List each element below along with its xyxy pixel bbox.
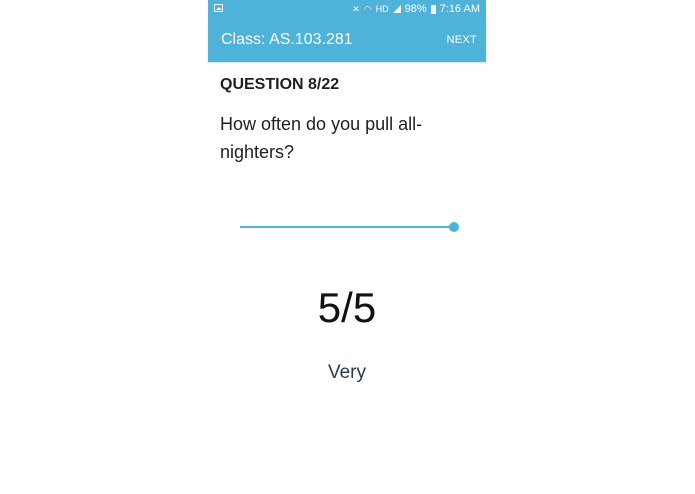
slider-fill [240, 226, 454, 228]
answer-label: Very [327, 362, 367, 383]
phone-screen: ✕ ◠ HD 98% 7:16 AM Class: AS.103.281 NEX… [208, 0, 486, 494]
wifi-icon: ◠ [363, 4, 372, 14]
question-number: QUESTION 8/22 [220, 76, 340, 93]
class-title: Class: AS.103.281 [221, 31, 353, 48]
slider-thumb[interactable] [449, 222, 459, 232]
battery-percent: 98% [404, 3, 427, 15]
status-icons: ✕ ◠ HD 98% 7:16 AM [352, 3, 480, 15]
gallery-icon [214, 4, 223, 12]
status-time: 7:16 AM [439, 3, 480, 15]
battery-icon [430, 4, 436, 14]
network-label: HD [375, 4, 389, 14]
question-text: How often do you pull all-nighters? [220, 114, 423, 162]
next-button[interactable]: NEXT [446, 31, 477, 49]
mute-icon: ✕ [352, 4, 360, 14]
answer-value: 5/5 [317, 284, 377, 331]
app-bar: Class: AS.103.281 NEXT [208, 19, 486, 62]
answer-slider[interactable] [234, 215, 460, 239]
signal-icon [392, 5, 401, 13]
status-bar: ✕ ◠ HD 98% 7:16 AM [208, 0, 486, 19]
